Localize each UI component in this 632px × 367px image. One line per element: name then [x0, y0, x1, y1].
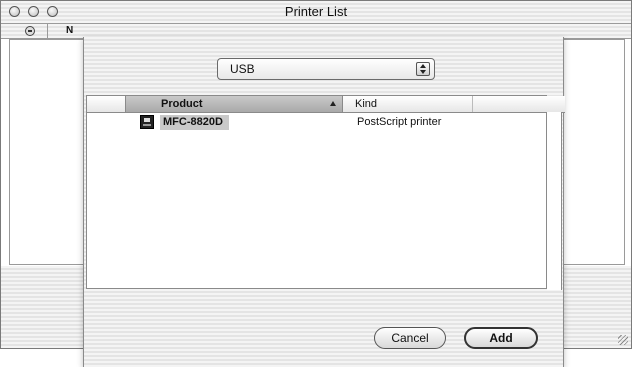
add-printer-sheet: USB Product Kind MFC-8820D PostScript pr…: [83, 37, 565, 367]
column-header-name[interactable]: N: [47, 24, 107, 38]
cancel-button[interactable]: Cancel: [374, 327, 446, 349]
popup-arrows-icon: [416, 62, 430, 76]
table-row[interactable]: MFC-8820D PostScript printer: [87, 115, 565, 131]
window-title: Printer List: [284, 4, 348, 19]
printer-table: Product Kind MFC-8820D PostScript printe…: [86, 95, 565, 289]
printer-icon: [140, 115, 154, 129]
add-button[interactable]: Add: [464, 327, 538, 349]
printer-kind-cell: PostScript printer: [357, 116, 442, 128]
table-scrollbar[interactable]: [547, 112, 562, 290]
title-bar[interactable]: Printer List: [1, 1, 631, 24]
connection-type-select[interactable]: USB: [217, 58, 435, 80]
minus-circle-icon[interactable]: [25, 26, 35, 36]
sort-ascending-icon: [330, 101, 336, 106]
connection-type-value: USB: [230, 62, 255, 76]
column-header-product-label: Product: [161, 98, 203, 110]
table-header: Product Kind: [87, 96, 565, 113]
printer-product-cell: MFC-8820D: [160, 115, 229, 130]
column-header-kind[interactable]: Kind: [343, 96, 473, 112]
resize-grip-icon[interactable]: [618, 335, 628, 345]
column-header-product[interactable]: Product: [125, 96, 343, 112]
